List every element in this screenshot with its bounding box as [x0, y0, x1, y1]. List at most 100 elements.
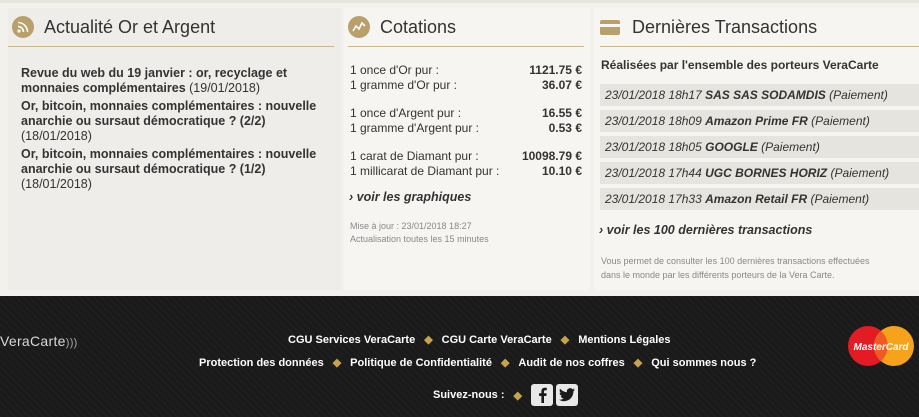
mastercard-logo: MasterCard: [846, 324, 918, 368]
transaction-row: 23/01/2018 18h17 SAS SAS SODAMDIS (Paiem…: [600, 84, 919, 106]
diamond-separator-icon: ◆: [332, 357, 342, 369]
transactions-panel: Dernières Transactions Réalisées par l'e…: [594, 8, 919, 290]
transactions-header: Dernières Transactions: [594, 12, 817, 42]
footer-link-audit-coffres[interactable]: Audit de nos coffres: [518, 357, 624, 369]
diamond-separator-icon: ◆: [513, 389, 522, 402]
top-border: [0, 0, 919, 3]
news-item-date: (18/01/2018): [21, 129, 92, 143]
news-item[interactable]: Revue du web du 19 janvier : or, recycla…: [21, 66, 341, 96]
news-panel: Actualité Or et Argent Revue du web du 1…: [8, 8, 341, 290]
transaction-type: (Paiement): [810, 192, 870, 206]
transaction-merchant: UGC BORNES HORIZ: [705, 166, 828, 180]
quote-value: 16.55 €: [541, 106, 582, 120]
refresh-interval: Actualisation toutes les 15 minutes: [350, 234, 489, 244]
footer-link-protection-donnees[interactable]: Protection des données: [199, 357, 324, 369]
twitter-icon[interactable]: [555, 384, 578, 406]
transaction-datetime: 23/01/2018 17h33: [605, 192, 702, 206]
transaction-datetime: 23/01/2018 18h17: [605, 88, 702, 102]
transactions-description-line: dans le monde par les différents porteur…: [601, 270, 835, 280]
news-item-date: (18/01/2018): [21, 177, 92, 191]
quote-label: 1 gramme d'Argent pur :: [350, 121, 480, 135]
chevron-right-icon: ›: [349, 190, 354, 204]
charts-link[interactable]: › voir les graphiques: [349, 190, 471, 204]
transactions-list: 23/01/2018 18h17 SAS SAS SODAMDIS (Paiem…: [600, 84, 919, 214]
quotes-divider: [348, 46, 584, 47]
transaction-type: (Paiement): [811, 114, 870, 128]
transactions-title: Dernières Transactions: [632, 16, 818, 37]
transaction-datetime: 23/01/2018 18h05: [605, 140, 702, 154]
transactions-description-line: Vous permet de consulter les 100 dernièr…: [601, 256, 870, 266]
news-item[interactable]: Or, bitcoin, monnaies complémentaires : …: [21, 147, 341, 192]
quote-value: 36.07 €: [541, 78, 582, 92]
quotes-table: 1 once d'Or pur : 1121.75 € 1 gramme d'Or…: [350, 63, 582, 179]
contactless-icon: ))): [65, 337, 78, 349]
quote-value: 10098.79 €: [521, 149, 582, 163]
diamond-separator-icon: ◆: [560, 334, 570, 346]
footer-links-row-2: Protection des données ◆ Politique de Co…: [199, 356, 756, 370]
footer-link-cgu-services[interactable]: CGU Services VeraCarte: [288, 334, 415, 346]
quote-value: 1121.75 €: [529, 63, 582, 77]
footer-link-mentions-legales[interactable]: Mentions Légales: [578, 334, 670, 346]
quote-row: 1 gramme d'Argent pur : 0.53 €: [350, 121, 582, 136]
logo-text: VeraCarte: [0, 333, 66, 349]
transactions-description: Vous permet de consulter les 100 dernièr…: [601, 254, 916, 282]
transactions-subtitle: Réalisées par l'ensemble des porteurs Ve…: [601, 58, 879, 72]
transaction-datetime: 23/01/2018 17h44: [605, 166, 702, 180]
transaction-merchant: GOOGLE: [705, 140, 758, 154]
transaction-row: 23/01/2018 18h09 Amazon Prime FR (Paieme…: [600, 110, 919, 132]
transaction-type: (Paiement): [761, 140, 820, 154]
quote-value: 0.53 €: [548, 121, 582, 135]
transaction-row: 23/01/2018 18h05 GOOGLE (Paiement): [600, 136, 919, 158]
quote-row: 1 millicarat de Diamant pur : 10.10 €: [350, 164, 582, 179]
social-links: Suivez-nous : ◆: [433, 384, 581, 406]
veracarte-logo[interactable]: VeraCarte))): [0, 333, 78, 349]
quotes-title: Cotations: [380, 16, 457, 37]
credit-card-icon: [600, 19, 620, 35]
news-divider: [8, 46, 334, 47]
footer-links-row-1: CGU Services VeraCarte ◆ CGU Carte VeraC…: [288, 333, 670, 347]
quotes-header: Cotations: [344, 12, 456, 42]
update-time: Mise à jour : 23/01/2018 18:27: [350, 221, 472, 231]
quote-label: 1 once d'Argent pur :: [350, 106, 462, 120]
news-list: Revue du web du 19 janvier : or, recycla…: [21, 66, 341, 195]
quote-row: 1 gramme d'Or pur : 36.07 €: [350, 78, 582, 93]
transactions-link-label[interactable]: voir les 100 dernières transactions: [607, 223, 813, 237]
footer-link-qui-sommes-nous[interactable]: Qui sommes nous ?: [651, 357, 756, 369]
transaction-type: (Paiement): [829, 88, 888, 102]
transaction-merchant: SAS SAS SODAMDIS: [705, 88, 826, 102]
quote-row: 1 once d'Or pur : 1121.75 €: [350, 63, 582, 78]
site-footer: VeraCarte))) CGU Services VeraCarte ◆ CG…: [0, 296, 919, 417]
chevron-right-icon: ›: [599, 223, 604, 237]
transactions-link[interactable]: › voir les 100 dernières transactions: [599, 223, 812, 237]
news-header: Actualité Or et Argent: [8, 12, 215, 42]
quote-row: 1 carat de Diamant pur : 10098.79 €: [350, 149, 582, 164]
rss-icon: [12, 16, 34, 38]
transaction-type: (Paiement): [830, 166, 890, 180]
chart-line-icon: [348, 16, 370, 38]
news-item-title[interactable]: Or, bitcoin, monnaies complémentaires : …: [21, 147, 316, 176]
quotes-panel: Cotations 1 once d'Or pur : 1121.75 € 1 g…: [344, 8, 590, 290]
transaction-merchant: Amazon Retail FR: [705, 192, 808, 206]
footer-link-confidentialite[interactable]: Politique de Confidentialité: [350, 357, 492, 369]
quote-label: 1 once d'Or pur :: [350, 63, 440, 77]
transaction-row: 23/01/2018 17h33 Amazon Retail FR (Paiem…: [600, 188, 919, 210]
transaction-merchant: Amazon Prime FR: [705, 114, 808, 128]
diamond-separator-icon: ◆: [633, 357, 643, 369]
update-info: Mise à jour : 23/01/2018 18:27 Actualisa…: [350, 220, 489, 246]
news-item[interactable]: Or, bitcoin, monnaies complémentaires : …: [21, 99, 341, 144]
footer-link-cgu-carte[interactable]: CGU Carte VeraCarte: [442, 334, 552, 346]
transaction-datetime: 23/01/2018 18h09: [605, 114, 702, 128]
transactions-divider: [600, 46, 919, 47]
diamond-separator-icon: ◆: [424, 334, 433, 346]
news-title: Actualité Or et Argent: [44, 16, 216, 37]
facebook-icon[interactable]: [530, 384, 553, 406]
charts-link-label[interactable]: voir les graphiques: [357, 190, 472, 204]
diamond-separator-icon: ◆: [500, 357, 510, 369]
news-item-title[interactable]: Or, bitcoin, monnaies complémentaires : …: [21, 99, 316, 128]
quote-label: 1 gramme d'Or pur :: [350, 78, 457, 92]
transaction-row: 23/01/2018 17h44 UGC BORNES HORIZ (Paiem…: [600, 162, 919, 184]
news-item-date: (19/01/2018): [189, 81, 261, 95]
follow-label: Suivez-nous :: [433, 389, 505, 401]
quote-label: 1 carat de Diamant pur :: [350, 149, 479, 163]
quote-label: 1 millicarat de Diamant pur :: [350, 164, 500, 178]
